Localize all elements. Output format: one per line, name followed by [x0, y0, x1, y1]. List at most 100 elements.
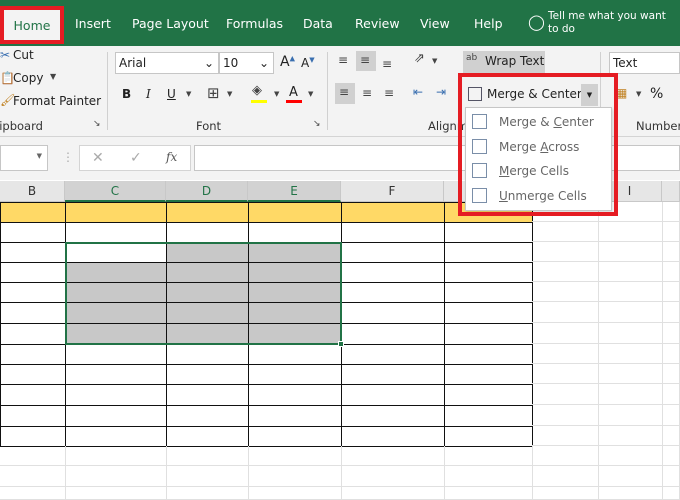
cell[interactable] — [444, 384, 533, 406]
cell[interactable] — [0, 202, 66, 223]
cell[interactable] — [598, 384, 663, 405]
cell[interactable] — [532, 222, 599, 242]
worksheet-grid[interactable] — [0, 202, 680, 500]
cell[interactable] — [532, 262, 599, 282]
cell[interactable] — [341, 222, 445, 243]
wrap-text-button[interactable]: ab Wrap Text — [463, 51, 545, 73]
cell[interactable] — [662, 384, 680, 405]
borders-dropdown-icon[interactable]: ▼ — [227, 91, 232, 98]
cell[interactable] — [444, 262, 533, 283]
cell[interactable] — [598, 364, 663, 384]
percent-button[interactable]: % — [650, 86, 663, 102]
cell[interactable] — [166, 426, 249, 447]
cell[interactable] — [532, 405, 599, 426]
cell[interactable] — [248, 384, 342, 406]
cell[interactable] — [0, 487, 66, 500]
cell[interactable] — [662, 242, 680, 262]
cell[interactable] — [532, 426, 599, 446]
cell[interactable] — [341, 384, 445, 406]
cell[interactable] — [662, 262, 680, 282]
copy-button[interactable]: Copy — [13, 71, 43, 85]
cell[interactable] — [248, 446, 342, 466]
align-center-icon[interactable]: ≡ — [362, 87, 372, 99]
cell[interactable] — [341, 426, 445, 447]
cell[interactable] — [248, 222, 342, 243]
cell[interactable] — [598, 405, 663, 426]
cell[interactable] — [0, 426, 66, 447]
cell[interactable] — [662, 466, 680, 487]
column-header[interactable]: B — [0, 181, 65, 202]
cell[interactable] — [0, 262, 66, 283]
cell[interactable] — [65, 344, 167, 365]
cell[interactable] — [65, 487, 167, 500]
tell-me-search[interactable]: Tell me what you want to do — [548, 10, 676, 36]
cell[interactable] — [341, 344, 445, 365]
cell[interactable] — [65, 364, 167, 385]
cell[interactable] — [532, 302, 599, 323]
underline-dropdown-icon[interactable]: ▼ — [186, 91, 191, 98]
cell[interactable] — [532, 364, 599, 384]
cell[interactable] — [444, 364, 533, 385]
cell[interactable] — [444, 426, 533, 447]
cell[interactable] — [598, 323, 663, 344]
cell[interactable] — [444, 466, 533, 487]
cell[interactable] — [662, 487, 680, 500]
cell[interactable] — [532, 242, 599, 262]
cell[interactable] — [65, 466, 167, 487]
cell[interactable] — [662, 323, 680, 344]
bold-button[interactable]: B — [122, 87, 131, 101]
cell[interactable] — [598, 344, 663, 364]
tab-data[interactable]: Data — [303, 16, 333, 31]
cell[interactable] — [341, 302, 445, 324]
cell[interactable] — [532, 282, 599, 302]
tab-page-layout[interactable]: Page Layout — [132, 16, 209, 31]
bottom-align-icon[interactable]: ≡ — [382, 58, 392, 70]
cell[interactable] — [598, 302, 663, 323]
drag-handle-icon[interactable]: ⋮ — [62, 151, 74, 163]
column-header[interactable] — [662, 181, 680, 202]
name-box[interactable]: ▼ — [0, 145, 48, 171]
cell[interactable] — [65, 202, 167, 223]
dialog-launcher-icon[interactable]: ↘ — [93, 120, 101, 129]
column-header[interactable]: C — [65, 181, 166, 202]
insert-function-icon[interactable]: fx — [166, 151, 177, 163]
decrease-font-icon[interactable]: A▼ — [301, 56, 315, 70]
cell[interactable] — [0, 384, 66, 406]
font-name-select[interactable]: Arial ⌄ — [115, 52, 219, 74]
orientation-icon[interactable]: ⇗ — [414, 52, 425, 65]
column-header[interactable]: F — [341, 181, 444, 202]
cancel-icon[interactable]: ✕ — [92, 151, 104, 165]
cell[interactable] — [341, 487, 445, 500]
cell[interactable] — [444, 344, 533, 365]
cell[interactable] — [166, 446, 249, 466]
cell[interactable] — [598, 487, 663, 500]
cell[interactable] — [598, 242, 663, 262]
cell[interactable] — [0, 282, 66, 303]
underline-button[interactable]: U — [167, 87, 176, 101]
cell[interactable] — [65, 222, 167, 243]
cell[interactable] — [65, 405, 167, 427]
number-format-select[interactable]: Text — [609, 52, 680, 74]
column-header[interactable]: D — [166, 181, 248, 202]
cell[interactable] — [0, 344, 66, 365]
cell[interactable] — [65, 426, 167, 447]
decrease-indent-icon[interactable]: ⇤ — [413, 86, 423, 98]
cell[interactable] — [444, 242, 533, 263]
cell[interactable] — [598, 426, 663, 446]
orientation-dropdown-icon[interactable]: ▼ — [432, 58, 437, 65]
cell[interactable] — [532, 446, 599, 466]
cell[interactable] — [532, 323, 599, 344]
cell[interactable] — [341, 282, 445, 303]
cell[interactable] — [341, 202, 445, 223]
tab-review[interactable]: Review — [355, 16, 400, 31]
cell[interactable] — [598, 282, 663, 302]
cell[interactable] — [341, 466, 445, 487]
cell[interactable] — [444, 446, 533, 466]
cell[interactable] — [0, 405, 66, 427]
increase-indent-icon[interactable]: ⇥ — [436, 86, 446, 98]
cell[interactable] — [444, 323, 533, 345]
tab-insert[interactable]: Insert — [75, 16, 111, 31]
font-color-dropdown-icon[interactable]: ▼ — [308, 91, 313, 98]
fill-color-icon[interactable]: ◈ — [252, 84, 262, 97]
font-color-icon[interactable]: A — [289, 85, 298, 100]
